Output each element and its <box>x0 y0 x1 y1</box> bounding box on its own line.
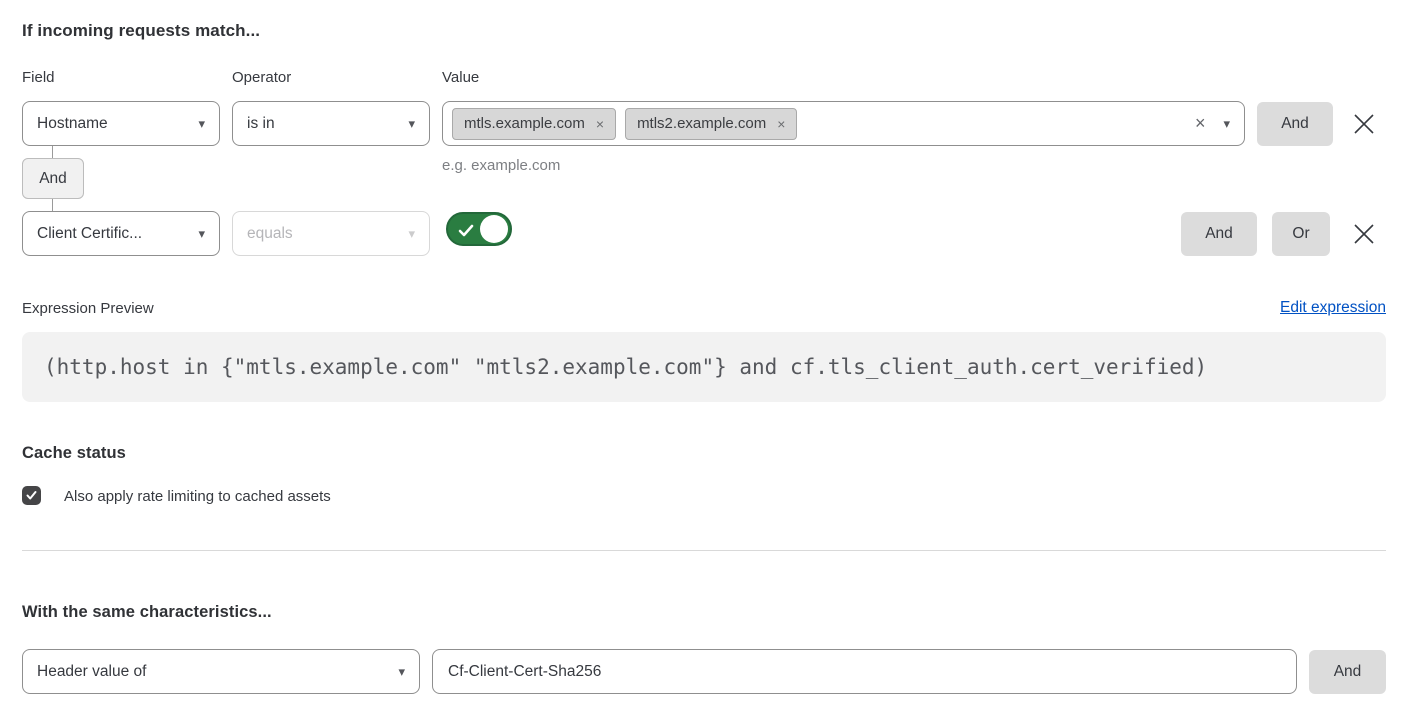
connector-line-top <box>52 146 53 158</box>
chevron-down-icon: ▾ <box>408 227 415 240</box>
field-select-row2-value: Client Certific... <box>37 225 190 243</box>
operator-select-row2: equals ▾ <box>232 211 430 256</box>
remove-tag-icon[interactable]: × <box>777 116 785 132</box>
field-select-row2[interactable]: Client Certific... ▾ <box>22 211 220 256</box>
remove-tag-icon[interactable]: × <box>596 116 604 132</box>
operator-select-row1-value: is in <box>247 115 400 133</box>
chevron-down-icon: ▾ <box>198 117 205 130</box>
chevron-down-icon: ▾ <box>398 665 405 678</box>
check-icon <box>457 222 475 240</box>
edit-expression-link[interactable]: Edit expression <box>1280 299 1386 317</box>
header-name-input[interactable] <box>432 649 1297 694</box>
chevron-down-icon: ▾ <box>198 227 205 240</box>
check-icon <box>25 489 38 502</box>
cached-assets-checkbox-label: Also apply rate limiting to cached asset… <box>64 488 331 505</box>
chevron-down-icon[interactable]: ▾ <box>1223 116 1230 132</box>
chevron-down-icon: ▾ <box>408 117 415 130</box>
and-button-characteristics[interactable]: And <box>1309 650 1386 694</box>
value-helper-text: e.g. example.com <box>442 157 560 174</box>
value-tag-label: mtls2.example.com <box>637 115 766 132</box>
value-multiselect-row1[interactable]: mtls.example.com × mtls2.example.com × ×… <box>442 101 1245 146</box>
or-button-row2[interactable]: Or <box>1272 212 1330 256</box>
toggle-knob <box>480 215 508 243</box>
field-column-label: Field <box>22 69 55 86</box>
cached-assets-checkbox[interactable] <box>22 486 41 505</box>
value-tag-label: mtls.example.com <box>464 115 585 132</box>
cache-status-title: Cache status <box>22 444 126 463</box>
row-connector-and-button[interactable]: And <box>22 158 84 199</box>
expression-code-block: (http.host in {"mtls.example.com" "mtls2… <box>22 332 1386 402</box>
characteristics-title: With the same characteristics... <box>22 603 272 622</box>
section-divider <box>22 550 1386 551</box>
characteristic-select-value: Header value of <box>37 663 390 681</box>
characteristic-select[interactable]: Header value of ▾ <box>22 649 420 694</box>
value-column-label: Value <box>442 69 479 86</box>
and-button-row2[interactable]: And <box>1181 212 1257 256</box>
operator-select-row1[interactable]: is in ▾ <box>232 101 430 146</box>
match-section-title: If incoming requests match... <box>22 21 260 41</box>
close-icon-row2[interactable] <box>1353 223 1375 245</box>
cert-verified-toggle[interactable] <box>446 212 512 246</box>
operator-column-label: Operator <box>232 69 291 86</box>
connector-line-bottom <box>52 199 53 211</box>
close-icon-row1[interactable] <box>1353 113 1375 135</box>
value-tag: mtls.example.com × <box>452 108 616 140</box>
clear-values-icon[interactable]: × <box>1189 113 1212 134</box>
expression-code: (http.host in {"mtls.example.com" "mtls2… <box>44 355 1207 379</box>
value-tag: mtls2.example.com × <box>625 108 797 140</box>
and-button-row1[interactable]: And <box>1257 102 1333 146</box>
operator-select-row2-value: equals <box>247 225 400 243</box>
field-select-row1[interactable]: Hostname ▾ <box>22 101 220 146</box>
field-select-row1-value: Hostname <box>37 115 190 133</box>
expression-preview-label: Expression Preview <box>22 300 154 317</box>
